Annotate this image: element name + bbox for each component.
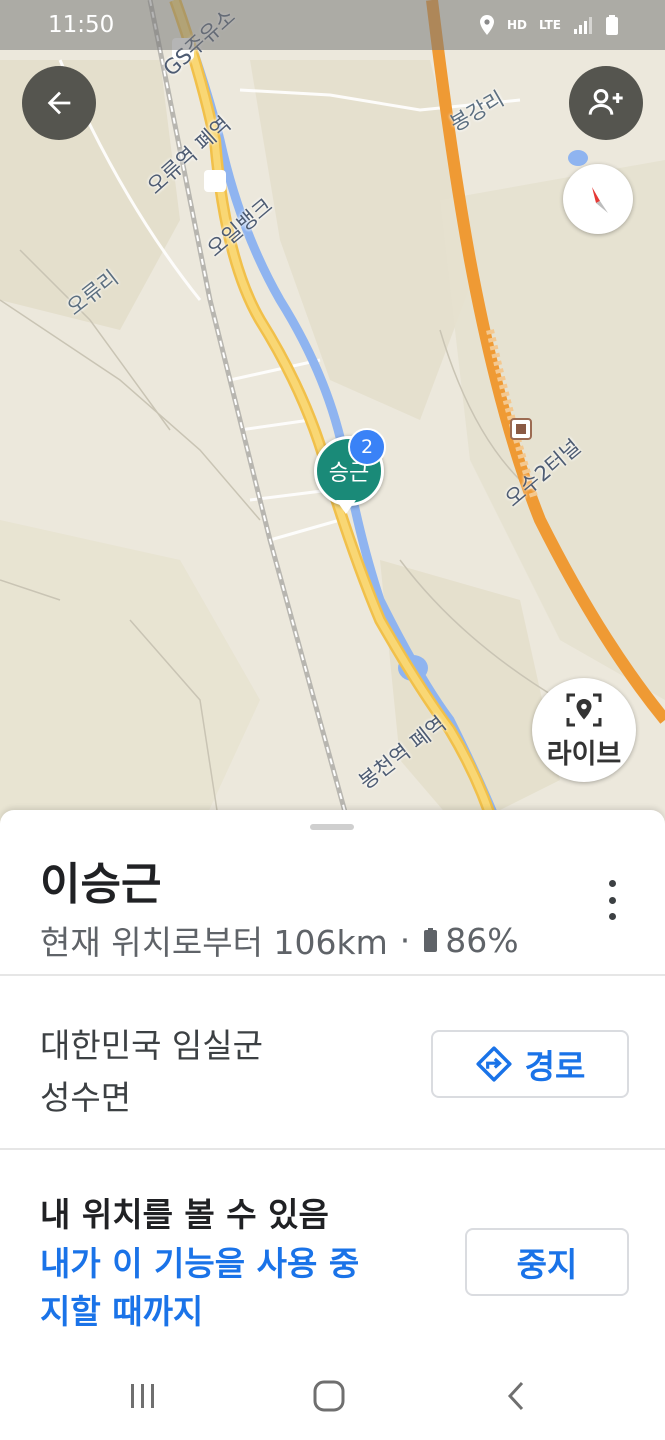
signal-icon <box>574 17 592 34</box>
sharing-duration-text: 내가 이 기능을 사용 중지할 때까지 <box>40 1244 360 1331</box>
divider <box>0 1148 665 1150</box>
compass-button[interactable] <box>563 164 633 234</box>
address-block: 대한민국 임실군 성수면 <box>40 1020 263 1124</box>
home-icon <box>313 1380 345 1412</box>
add-person-button[interactable] <box>569 66 643 140</box>
recent-apps-icon <box>131 1384 154 1408</box>
map-view[interactable]: GS주유소 오류역 폐역 오일뱅크 오류리 봉강리 오수2터널 봉천역 폐역 승… <box>0 0 665 830</box>
battery-status-icon <box>606 15 618 35</box>
hd-voice-indicator: HD <box>506 18 527 32</box>
separator-dot: · <box>399 920 411 960</box>
compass-icon <box>592 187 608 213</box>
distance-text: 현재 위치로부터 106km <box>40 923 388 962</box>
status-icons: HD LTE <box>479 14 619 36</box>
add-person-icon <box>588 89 623 115</box>
live-pin-icon <box>566 693 602 726</box>
directions-icon <box>476 1046 512 1082</box>
stop-sharing-button[interactable]: 중지 <box>465 1228 629 1296</box>
distance-battery-line: 현재 위치로부터 106km · 86% <box>40 916 519 964</box>
sheet-drag-handle[interactable] <box>310 824 354 830</box>
live-view-button[interactable]: 라이브 <box>532 678 636 782</box>
back-nav-button[interactable] <box>486 1376 546 1416</box>
divider <box>0 974 665 976</box>
lte-indicator: LTE <box>538 18 561 32</box>
directions-button[interactable]: 경로 <box>431 1030 629 1098</box>
battery-icon <box>424 928 438 952</box>
home-button[interactable] <box>299 1376 359 1416</box>
more-options-icon[interactable] <box>600 880 624 920</box>
live-view-label: 라이브 <box>546 738 622 770</box>
back-button[interactable] <box>22 66 96 140</box>
status-bar: 11:50 HD LTE <box>0 0 665 50</box>
marker-pointer <box>336 500 356 514</box>
address-line-2: 성수면 <box>40 1078 132 1117</box>
location-status-icon <box>479 15 494 35</box>
directions-label: 경로 <box>524 1047 586 1086</box>
person-name: 이승근 <box>40 859 162 910</box>
status-time: 11:50 <box>48 12 115 38</box>
person-info-sheet[interactable]: 이승근 현재 위치로부터 106km · 86% 대한민국 임실군 성수면 경로… <box>0 810 665 1440</box>
recent-apps-button[interactable] <box>113 1376 173 1416</box>
battery-percent: 86% <box>445 920 519 960</box>
location-sharing-title: 내 위치를 볼 수 있음 <box>40 1195 329 1234</box>
system-nav-bar <box>0 1350 665 1440</box>
back-icon <box>507 1381 524 1411</box>
address-line-1: 대한민국 임실군 <box>40 1026 264 1065</box>
arrow-left-icon <box>47 91 71 115</box>
stop-sharing-label: 중지 <box>516 1245 578 1284</box>
marker-count-badge: 2 <box>348 428 386 466</box>
